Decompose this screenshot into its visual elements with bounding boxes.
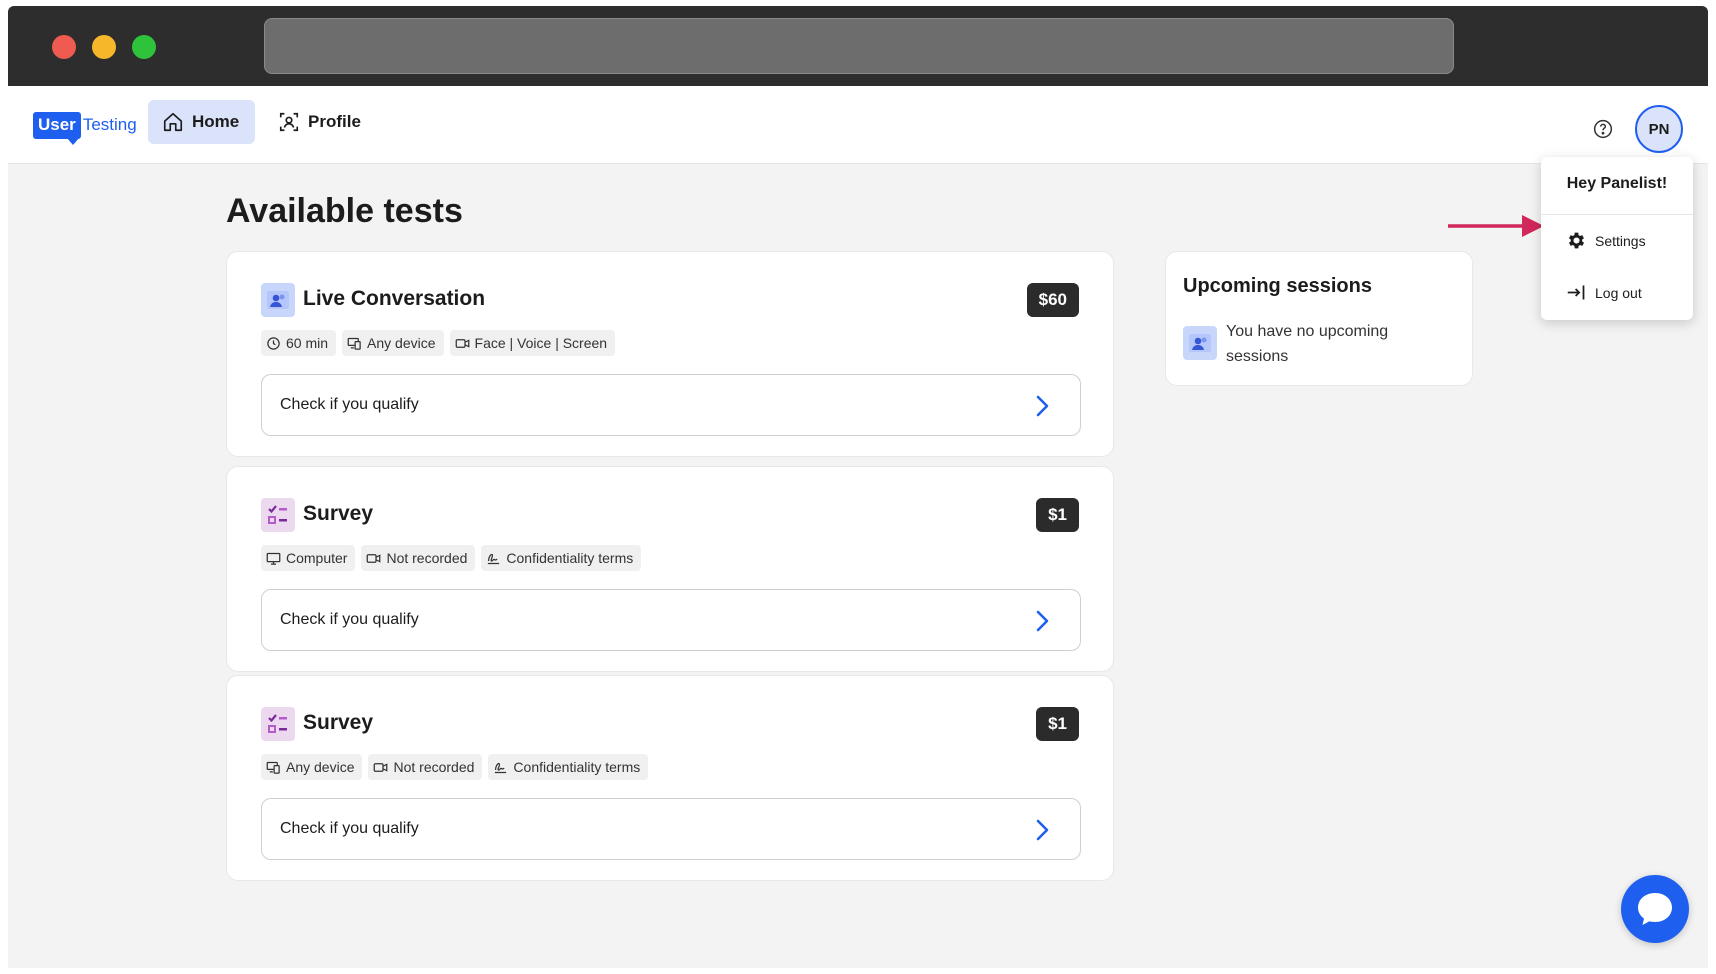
price-badge: $60	[1026, 283, 1079, 317]
chevron-right-icon	[1036, 610, 1049, 632]
test-tag: Confidentiality terms	[481, 545, 642, 571]
tag-label: Not recorded	[386, 550, 468, 566]
test-tag: Face | Voice | Screen	[449, 330, 616, 356]
annotation-arrow-icon	[1448, 215, 1544, 237]
check-qualify-label: Check if you qualify	[280, 396, 419, 413]
test-card: Survey $1 Any device Not recorded Confid…	[226, 675, 1114, 881]
address-bar[interactable]	[264, 18, 1454, 74]
tag-label: Any device	[286, 759, 355, 775]
menu-greeting: Hey Panelist!	[1566, 175, 1668, 192]
test-tag: Not recorded	[361, 545, 476, 571]
chat-button[interactable]	[1621, 875, 1689, 943]
signature-icon	[495, 762, 507, 773]
tag-label: Confidentiality terms	[506, 550, 634, 566]
test-tags: Any device Not recorded Confidentiality …	[261, 754, 649, 780]
menu-item-label: Settings	[1595, 232, 1646, 249]
browser-titlebar	[8, 6, 1708, 86]
usertesting-logo[interactable]: User Testing	[33, 110, 137, 145]
survey-icon	[261, 498, 295, 532]
test-tag: Computer	[261, 545, 356, 571]
tag-label: Computer	[286, 550, 348, 566]
test-tag: Confidentiality terms	[488, 754, 649, 780]
gear-icon	[1568, 232, 1585, 249]
chevron-right-icon	[1036, 819, 1049, 841]
nav-profile-button[interactable]: Profile	[264, 100, 377, 144]
test-tag: Any device	[342, 330, 444, 356]
maximize-window-button[interactable]	[132, 35, 156, 59]
test-title: Survey	[303, 711, 374, 734]
check-qualify-button[interactable]: Check if you qualify	[261, 374, 1081, 436]
user-menu-dropdown: Hey Panelist! Settings Log out	[1541, 157, 1693, 320]
survey-icon	[261, 707, 295, 741]
chat-bubble-icon	[1638, 893, 1672, 925]
menu-item-settings[interactable]: Settings	[1566, 230, 1646, 251]
test-tag: Not recorded	[368, 754, 483, 780]
tag-label: Face | Voice | Screen	[474, 335, 608, 351]
home-icon	[163, 112, 183, 132]
page-title: Available tests	[226, 192, 463, 230]
computer-icon	[266, 552, 281, 565]
check-qualify-label: Check if you qualify	[280, 820, 419, 837]
test-tags: 60 min Any device Face | Voice | Screen	[261, 330, 616, 356]
nav-home-label: Home	[192, 112, 240, 131]
logout-icon	[1567, 285, 1585, 300]
test-card: Survey $1 Computer Not recorded Confiden…	[226, 466, 1114, 672]
devices-icon	[266, 761, 280, 774]
sessions-icon	[1183, 326, 1217, 360]
tag-label: Not recorded	[393, 759, 475, 775]
camera-icon	[374, 762, 388, 772]
test-title: Live Conversation	[303, 287, 486, 310]
tag-label: 60 min	[286, 335, 329, 351]
no-sessions-text: You have no upcoming sessions	[1226, 323, 1389, 365]
check-qualify-label: Check if you qualify	[280, 611, 419, 628]
minimize-window-button[interactable]	[92, 35, 116, 59]
check-qualify-button[interactable]: Check if you qualify	[261, 798, 1081, 860]
profile-icon	[279, 112, 299, 132]
test-tag: Any device	[261, 754, 363, 780]
clock-icon	[267, 336, 280, 350]
tag-label: Confidentiality terms	[513, 759, 641, 775]
tag-label: Any device	[367, 335, 436, 351]
logo-testing-text: Testing	[82, 115, 137, 134]
test-card: Live Conversation $60 60 min Any device …	[226, 251, 1114, 457]
signature-icon	[488, 553, 500, 564]
help-icon[interactable]	[1593, 119, 1613, 139]
upcoming-sessions-title: Upcoming sessions	[1183, 275, 1372, 297]
upcoming-sessions-panel: Upcoming sessions You have no upcoming s…	[1165, 251, 1473, 386]
avatar[interactable]: PN	[1635, 105, 1683, 153]
nav-profile-label: Profile	[308, 112, 361, 131]
close-window-button[interactable]	[52, 35, 76, 59]
chevron-right-icon	[1036, 395, 1049, 417]
test-title: Survey	[303, 502, 374, 525]
camera-icon	[455, 338, 469, 348]
live-conversation-icon	[261, 283, 295, 317]
test-tags: Computer Not recorded Confidentiality te…	[261, 545, 642, 571]
browser-window: User Testing Home Profile PN Available t…	[8, 6, 1708, 968]
devices-icon	[347, 337, 361, 350]
logo-user-text: User	[33, 111, 81, 145]
nav-home-button[interactable]: Home	[148, 100, 256, 144]
menu-divider	[1541, 214, 1693, 215]
price-badge: $1	[1036, 707, 1079, 741]
camera-icon	[367, 553, 381, 563]
menu-item-label: Log out	[1595, 284, 1642, 301]
app-header: User Testing Home Profile PN	[8, 86, 1708, 164]
menu-item-logout[interactable]: Log out	[1566, 282, 1642, 303]
check-qualify-button[interactable]: Check if you qualify	[261, 589, 1081, 651]
test-tag: 60 min	[261, 330, 337, 356]
price-badge: $1	[1036, 498, 1079, 532]
